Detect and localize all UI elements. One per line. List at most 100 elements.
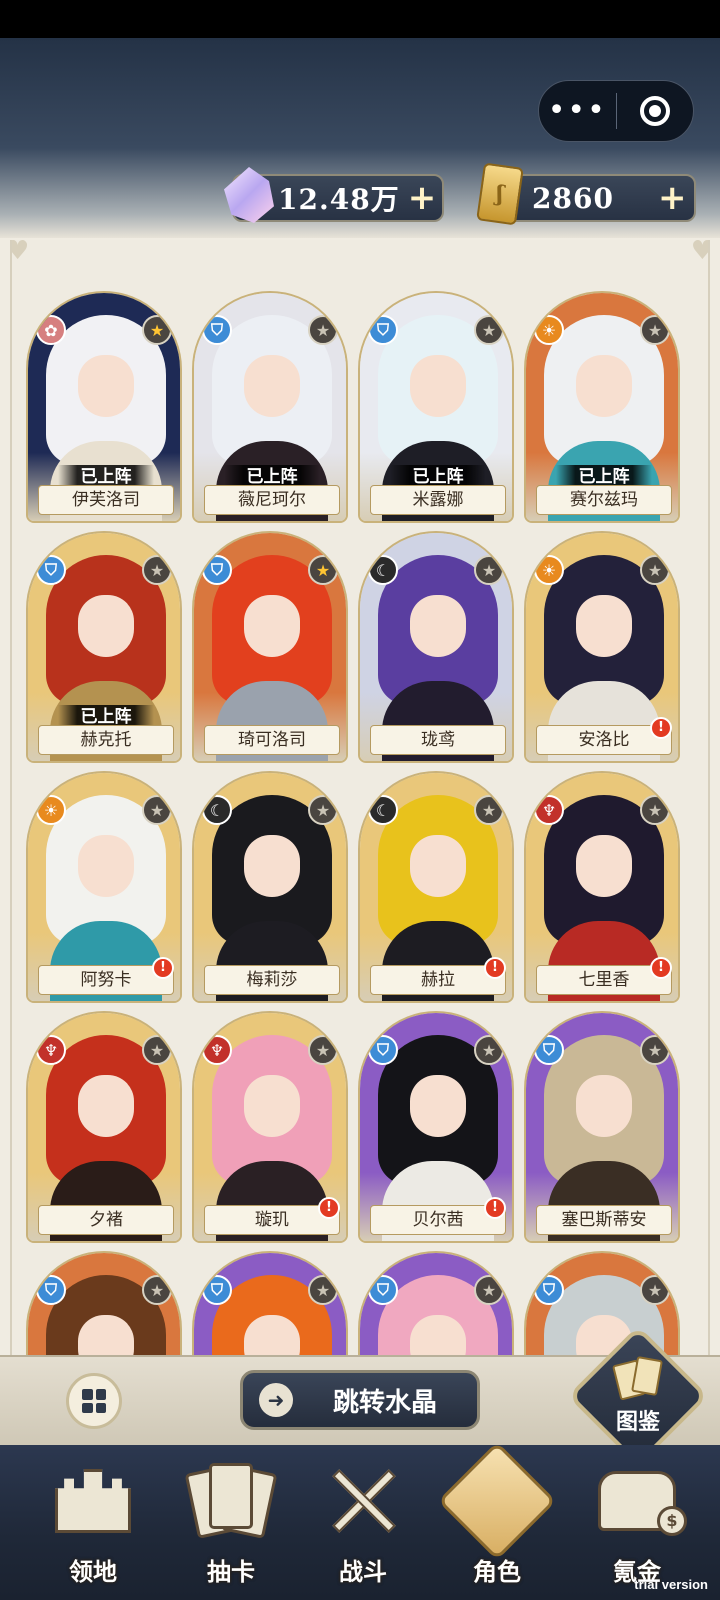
ticket-value: 2860 <box>532 181 614 215</box>
star-icon[interactable]: ★ <box>474 315 504 345</box>
star-icon[interactable]: ★ <box>308 315 338 345</box>
character-card[interactable]: ♆ ★ 璇玑! <box>192 1011 348 1243</box>
target-icon <box>639 96 670 126</box>
star-icon[interactable]: ★ <box>640 315 670 345</box>
ticket-icon: ʃ <box>476 162 524 226</box>
ticket-counter: ʃ 2860 + <box>476 162 696 226</box>
character-panel[interactable]: ♥ ♥ ✿★已上阵伊芙洛司⛉★已上阵薇尼珂尔⛉★已上阵米露娜☀★已上阵赛尔兹玛⛉… <box>10 240 710 1355</box>
character-card[interactable]: ♆ ★ 七里香! <box>524 771 680 1003</box>
jump-crystal-label: 跳转水晶 <box>333 1387 438 1418</box>
star-icon[interactable]: ★ <box>142 315 172 345</box>
watermark: trial version <box>634 1577 708 1592</box>
character-name: 赫克托 <box>38 725 174 755</box>
add-ticket-button[interactable]: + <box>658 178 687 218</box>
star-icon[interactable]: ★ <box>640 1035 670 1065</box>
character-card[interactable]: ⛉ ★ <box>524 1251 680 1355</box>
character-name: 珑鸢 <box>370 725 506 755</box>
character-card[interactable]: ⛉ ★ <box>26 1251 182 1355</box>
coin-icon: $ <box>657 1506 687 1536</box>
star-icon[interactable]: ★ <box>142 555 172 585</box>
helmet-icon: ⛉ <box>202 555 232 585</box>
character-card[interactable]: ⛉ ★ <box>192 1251 348 1355</box>
character-card[interactable]: ⛉ ★ 塞巴斯蒂安 <box>524 1011 680 1243</box>
helmet-icon: ⛉ <box>534 1035 564 1065</box>
dragon-icon: ♆ <box>36 1035 66 1065</box>
character-card[interactable]: ⛉ ★ 贝尔茜! <box>358 1011 514 1243</box>
star-icon[interactable]: ★ <box>308 795 338 825</box>
helmet-icon: ⛉ <box>368 1275 398 1305</box>
alert-icon: ! <box>484 957 506 979</box>
dragon-icon: ♆ <box>202 1035 232 1065</box>
star-icon[interactable]: ★ <box>640 555 670 585</box>
nav-battle[interactable]: 战斗 <box>298 1452 428 1592</box>
dragon-icon: ♆ <box>534 795 564 825</box>
nav-label: 角色 <box>473 1557 521 1586</box>
nav-gacha[interactable]: 抽卡 <box>166 1452 296 1592</box>
character-icon <box>437 1441 557 1561</box>
crystal-counter: 12.48万 + <box>224 167 444 223</box>
arrow-icon: ➜ <box>259 1383 293 1417</box>
character-name: 塞巴斯蒂安 <box>536 1205 672 1235</box>
character-name: 米露娜 <box>370 485 506 515</box>
character-name: 伊芙洛司 <box>38 485 174 515</box>
star-icon[interactable]: ★ <box>142 795 172 825</box>
more-options-button[interactable]: ••• <box>539 80 616 142</box>
crystal-value: 12.48万 <box>278 183 400 216</box>
star-icon[interactable]: ★ <box>308 555 338 585</box>
sun-eye-icon: ☀ <box>36 795 66 825</box>
helmet-icon: ⛉ <box>368 315 398 345</box>
heart-ornament-icon: ♥ <box>12 240 29 266</box>
nav-character[interactable]: 角色 <box>432 1441 562 1592</box>
moon-icon: ☾ <box>202 795 232 825</box>
character-name: 夕褚 <box>38 1205 174 1235</box>
character-card[interactable]: ☀ ★ 安洛比! <box>524 531 680 763</box>
layout-toggle-button[interactable] <box>66 1373 122 1429</box>
character-card[interactable]: ♆ ★ 夕褚 <box>26 1011 182 1243</box>
character-name: 梅莉莎 <box>204 965 340 995</box>
star-icon[interactable]: ★ <box>474 555 504 585</box>
character-card[interactable]: ☾ ★ 赫拉! <box>358 771 514 1003</box>
character-card[interactable]: ☾ ★ 珑鸢 <box>358 531 514 763</box>
star-icon[interactable]: ★ <box>142 1035 172 1065</box>
castle-icon <box>55 1469 131 1533</box>
close-target-button[interactable] <box>617 96 694 126</box>
alert-icon: ! <box>484 1197 506 1219</box>
jump-crystal-button[interactable]: ➜ 跳转水晶 <box>240 1370 480 1430</box>
add-crystal-button[interactable]: + <box>408 178 437 218</box>
character-name: 琦可洛司 <box>204 725 340 755</box>
helmet-icon: ⛉ <box>368 1035 398 1065</box>
star-icon[interactable]: ★ <box>142 1275 172 1305</box>
star-icon[interactable]: ★ <box>474 1035 504 1065</box>
character-card[interactable]: ⛉ ★ 琦可洛司 <box>192 531 348 763</box>
character-card[interactable]: ⛉ ★ <box>358 1251 514 1355</box>
character-card[interactable]: ☾ ★ 梅莉莎 <box>192 771 348 1003</box>
character-card[interactable]: ⛉ ★ 已上阵 米露娜 <box>358 291 514 523</box>
character-card[interactable]: ☀ ★ 阿努卡! <box>26 771 182 1003</box>
nav-label: 抽卡 <box>207 1557 255 1586</box>
character-name: 赛尔兹玛 <box>536 485 672 515</box>
alert-icon: ! <box>650 717 672 739</box>
star-icon[interactable]: ★ <box>308 1275 338 1305</box>
character-card[interactable]: ⛉ ★ 已上阵 薇尼珂尔 <box>192 291 348 523</box>
helmet-icon: ⛉ <box>202 1275 232 1305</box>
alert-icon: ! <box>318 1197 340 1219</box>
nav-shop[interactable]: $ 氪金 <box>572 1452 702 1592</box>
helmet-icon: ⛉ <box>36 1275 66 1305</box>
nav-territory[interactable]: 领地 <box>28 1452 158 1592</box>
sun-eye-icon: ☀ <box>534 555 564 585</box>
star-icon[interactable]: ★ <box>640 795 670 825</box>
helmet-icon: ⛉ <box>202 315 232 345</box>
nav-label: 领地 <box>69 1557 117 1586</box>
star-icon[interactable]: ★ <box>640 1275 670 1305</box>
star-icon[interactable]: ★ <box>474 1275 504 1305</box>
star-icon[interactable]: ★ <box>474 795 504 825</box>
helmet-icon: ⛉ <box>36 555 66 585</box>
grid-view-icon <box>82 1389 106 1413</box>
character-card[interactable]: ☀ ★ 已上阵 赛尔兹玛 <box>524 291 680 523</box>
lotus-icon: ✿ <box>36 315 66 345</box>
character-name: 薇尼珂尔 <box>204 485 340 515</box>
character-card[interactable]: ✿ ★ 已上阵 伊芙洛司 <box>26 291 182 523</box>
nav-label: 战斗 <box>339 1557 387 1586</box>
character-card[interactable]: ⛉ ★ 已上阵 赫克托 <box>26 531 182 763</box>
star-icon[interactable]: ★ <box>308 1035 338 1065</box>
